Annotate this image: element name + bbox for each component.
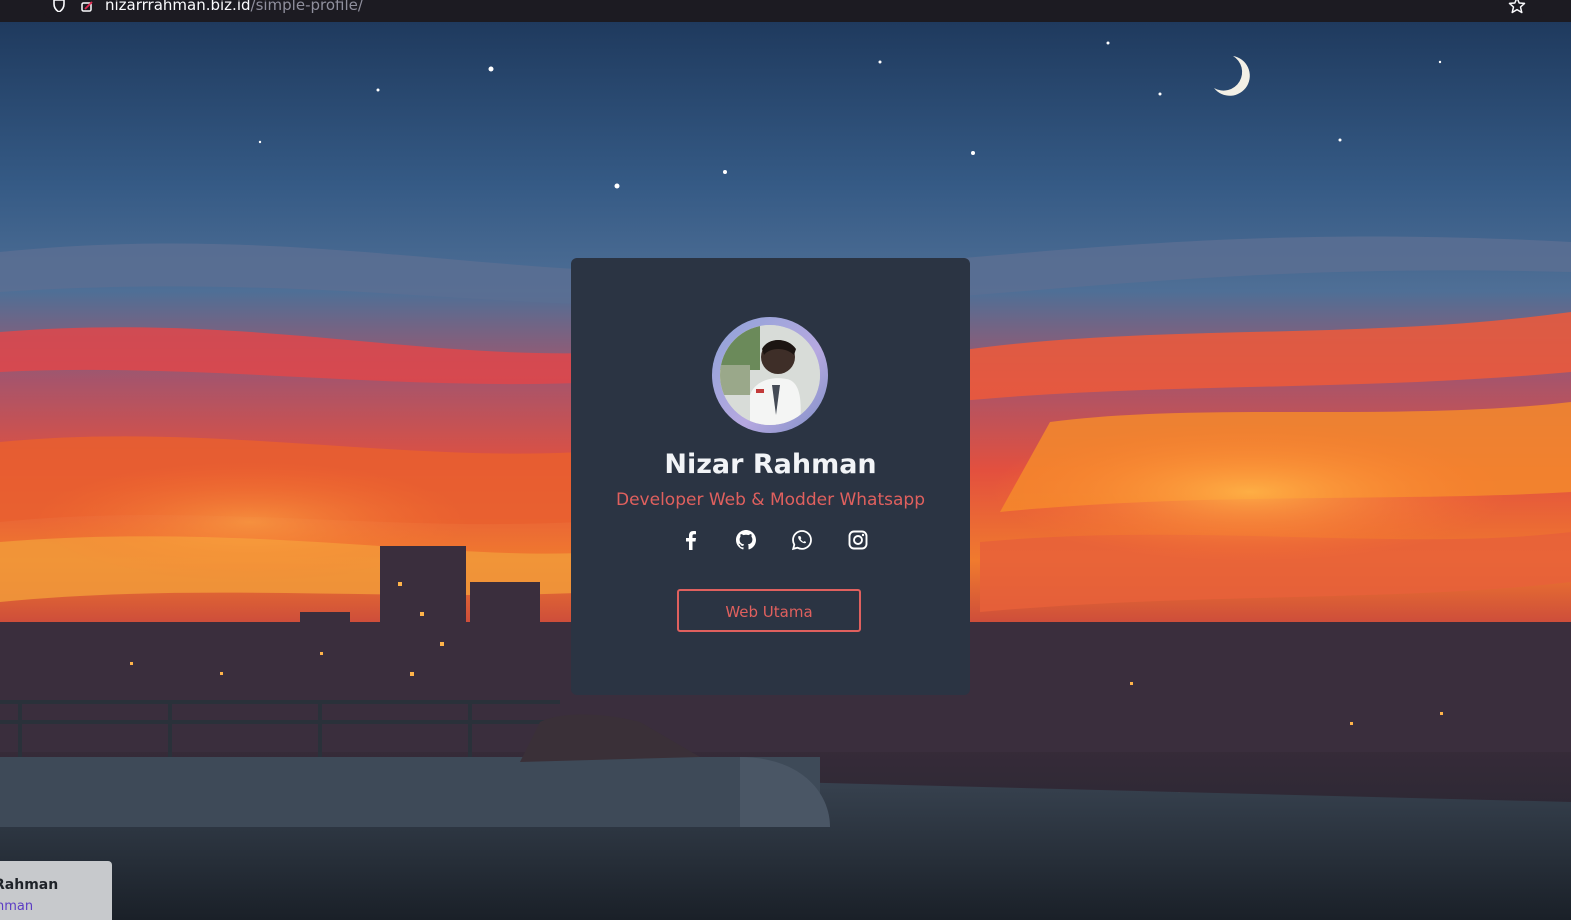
profile-name: Nizar Rahman [664,449,877,480]
profile-photo [720,325,820,425]
social-links [675,528,868,556]
mini-card-link[interactable]: ahman [0,899,33,914]
profile-card: Nizar Rahman Developer Web & Modder What… [571,258,970,695]
shield-icon[interactable] [52,0,66,12]
facebook-icon[interactable] [679,528,703,552]
instagram-icon[interactable] [846,528,870,552]
whatsapp-icon[interactable] [790,528,814,552]
url-path: /simple-profile/ [250,0,363,14]
avatar [720,325,820,425]
url-text[interactable]: nizarrrahman.biz.id/simple-profile/ [105,0,363,14]
star-icon[interactable] [1508,0,1526,14]
profile-role: Developer Web & Modder Whatsapp [616,490,925,510]
browser-toolbar: nizarrrahman.biz.id/simple-profile/ [0,0,1571,22]
github-icon[interactable] [734,528,758,552]
web-utama-button[interactable]: Web Utama [677,589,861,632]
lock-icon[interactable] [80,0,94,12]
avatar-ring [712,317,828,433]
mini-profile-card[interactable]: Rahman ahman [0,861,112,920]
url-host: nizarrrahman.biz.id [105,0,251,14]
mini-card-name: Rahman [0,877,59,893]
